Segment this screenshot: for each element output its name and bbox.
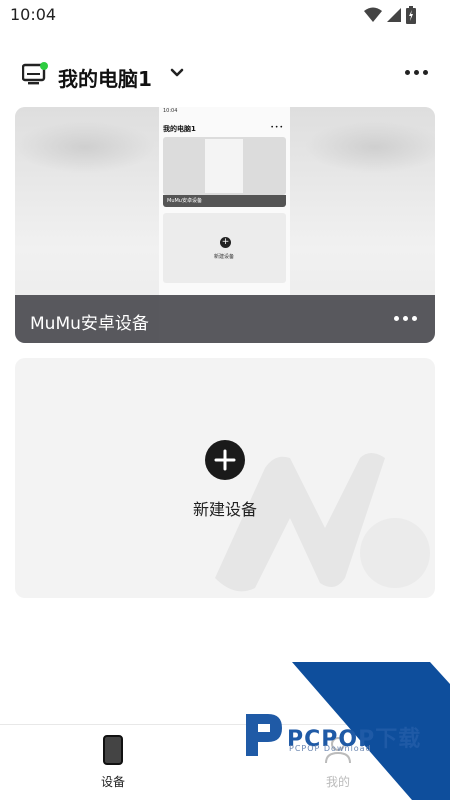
online-dot bbox=[40, 62, 48, 70]
wifi-icon bbox=[364, 7, 382, 22]
nav-item-device[interactable]: 设备 bbox=[78, 735, 148, 790]
new-device-card[interactable]: 新建设备 bbox=[15, 358, 435, 598]
preview-time: 10:04 bbox=[163, 108, 178, 114]
page-title[interactable]: 我的电脑1 bbox=[58, 63, 152, 92]
add-device-button[interactable] bbox=[205, 440, 245, 480]
watermark-sub: PCPOP Download bbox=[289, 744, 372, 753]
computer-icon bbox=[22, 62, 48, 85]
pcpop-logo-icon bbox=[246, 714, 282, 756]
battery-icon bbox=[406, 6, 416, 24]
device-info-bar: MuMu安卓设备 bbox=[15, 295, 435, 343]
preview-device-bar: MuMu安卓设备 bbox=[163, 195, 286, 207]
status-time: 10:04 bbox=[10, 5, 57, 24]
device-more-button[interactable] bbox=[394, 316, 417, 321]
status-icons bbox=[364, 6, 416, 24]
new-device-label: 新建设备 bbox=[192, 500, 257, 519]
nav-label-device: 设备 bbox=[100, 775, 125, 789]
preview-plus-icon: + bbox=[220, 237, 231, 248]
preview-title: 我的电脑1 bbox=[163, 125, 196, 133]
status-bar: 10:04 bbox=[0, 0, 450, 32]
device-name: MuMu安卓设备 bbox=[30, 314, 149, 334]
device-card[interactable]: 10:04 我的电脑1 ••• MuMu安卓设备 + 新建设备 MuMu安卓设备 bbox=[15, 107, 435, 343]
preview-more-icon: ••• bbox=[270, 124, 284, 131]
preview-new-device: + 新建设备 bbox=[163, 213, 286, 283]
plus-icon bbox=[214, 449, 236, 471]
preview-new-label: 新建设备 bbox=[214, 254, 235, 260]
header: 我的电脑1 bbox=[0, 56, 450, 96]
more-options-button[interactable] bbox=[405, 70, 428, 75]
chevron-down-icon[interactable] bbox=[170, 68, 184, 78]
phone-icon bbox=[103, 735, 123, 765]
signal-icon bbox=[387, 8, 401, 22]
preview-device-label: MuMu安卓设备 bbox=[167, 198, 202, 204]
preview-device-thumbnail bbox=[163, 137, 286, 195]
